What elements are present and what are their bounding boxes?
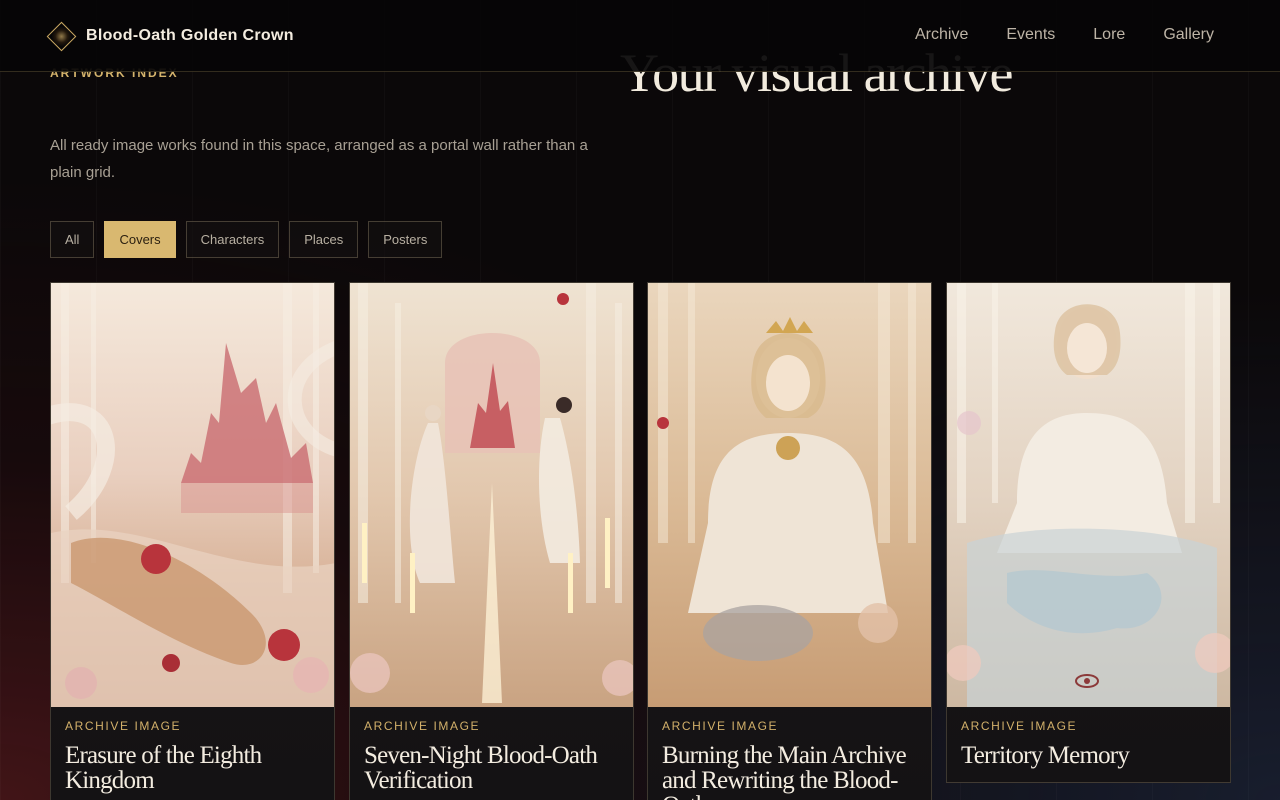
nav-link-lore[interactable]: Lore [1093, 24, 1125, 46]
nav-link-events[interactable]: Events [1006, 24, 1055, 46]
card-title: Burning the Main Archive and Rewriting t… [662, 742, 907, 800]
brand[interactable]: Blood-Oath Golden Crown [46, 20, 294, 52]
card-title: Territory Memory [961, 742, 1130, 769]
card-kind: Archive Image [364, 719, 481, 733]
card-kind: Archive Image [961, 719, 1078, 733]
artwork-image [947, 283, 1230, 707]
brand-name: Blood-Oath Golden Crown [86, 27, 294, 44]
card-title: Erasure of the Eighth Kingdom [65, 742, 262, 794]
filter-covers[interactable]: Covers [104, 221, 176, 258]
artwork-card[interactable]: Archive Image Territory Memory [946, 282, 1231, 783]
diamond-logo-icon [46, 21, 77, 52]
filter-all[interactable]: All [50, 221, 95, 258]
nav-link-archive[interactable]: Archive [915, 24, 968, 46]
artwork-card[interactable]: Archive Image Seven-Night Blood-Oath Ver… [349, 282, 634, 800]
artwork-image [350, 283, 633, 707]
filter-bar: All Covers Characters Places Posters [50, 221, 452, 258]
main-nav: Archive Events Lore Gallery [877, 24, 1214, 46]
card-kind: Archive Image [65, 719, 182, 733]
artwork-card[interactable]: Archive Image Erasure of the Eighth King… [50, 282, 335, 800]
artwork-image [51, 283, 334, 707]
card-kind: Archive Image [662, 719, 779, 733]
filter-places[interactable]: Places [289, 221, 359, 258]
filter-posters[interactable]: Posters [368, 221, 443, 258]
artwork-card[interactable]: Archive Image Burning the Main Archive a… [647, 282, 932, 800]
page-description: All ready image works found in this spac… [50, 137, 588, 181]
artwork-image [648, 283, 931, 707]
card-title: Seven-Night Blood-Oath Verification [364, 742, 598, 794]
top-navigation-bar: Blood-Oath Golden Crown Archive Events L… [0, 0, 1280, 72]
nav-link-gallery[interactable]: Gallery [1163, 24, 1214, 46]
filter-characters[interactable]: Characters [185, 221, 280, 258]
